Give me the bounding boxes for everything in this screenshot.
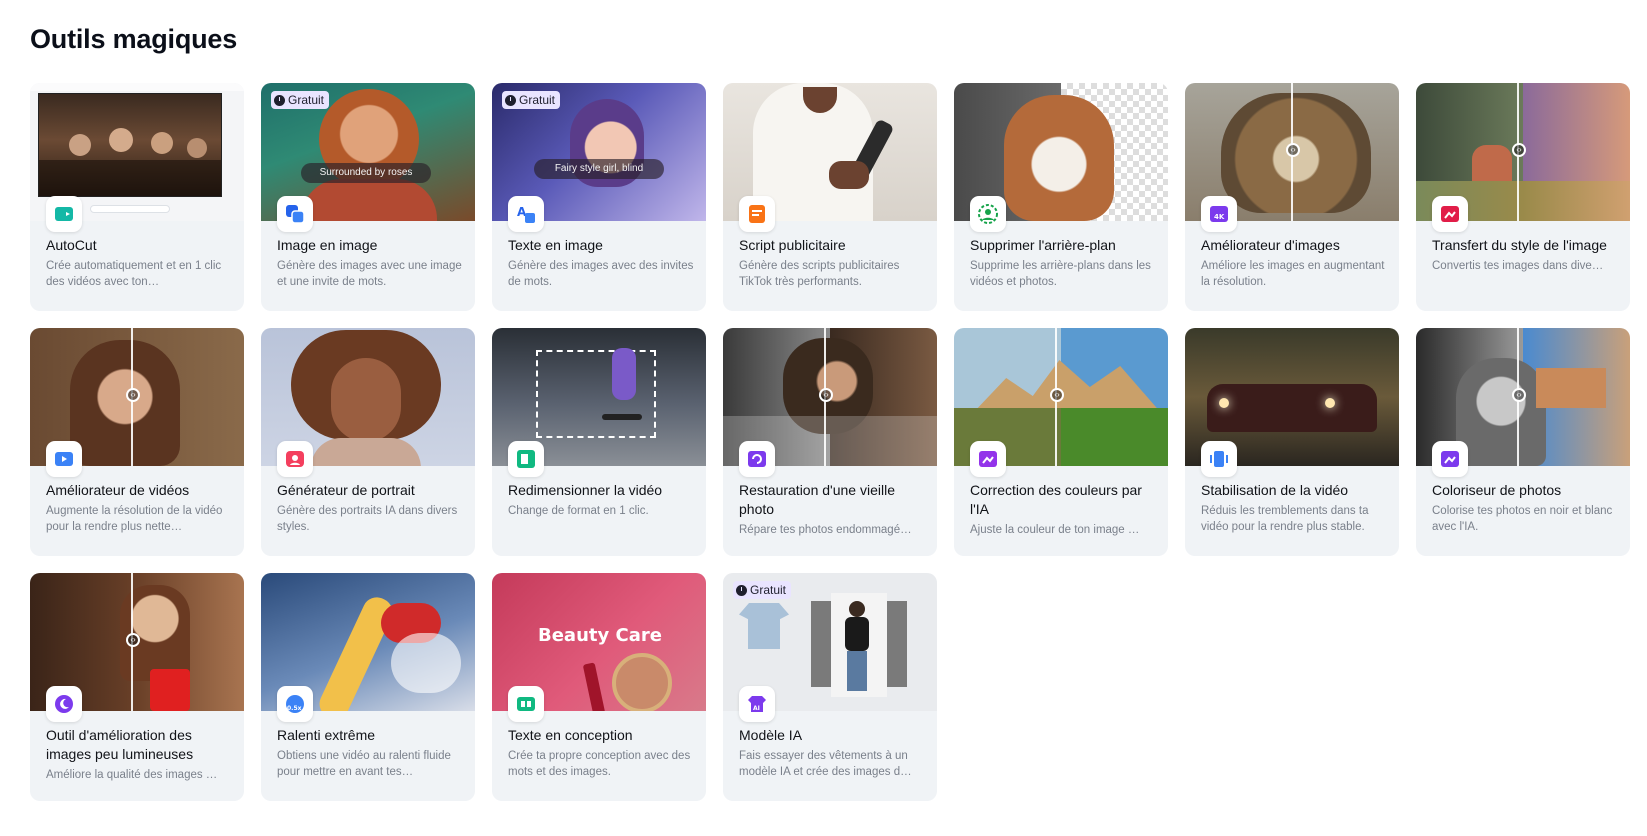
tool-card-restauration-vieille-photo[interactable]: ‹› Restauration d'une vieille photo Répa… bbox=[723, 328, 937, 556]
card-title: Redimensionner la vidéo bbox=[508, 482, 663, 498]
card-description: Crée ta propre conception avec des mots … bbox=[508, 750, 691, 778]
card-title: Ralenti extrême bbox=[277, 727, 376, 743]
svg-text:0.5x: 0.5x bbox=[287, 705, 302, 712]
compare-slider-handle: ‹› bbox=[1286, 143, 1300, 157]
card-title: Générateur de portrait bbox=[277, 482, 415, 498]
card-title: Correction des couleurs par l'IA bbox=[970, 482, 1142, 517]
svg-text:4K: 4K bbox=[1214, 213, 1225, 221]
card-title: Texte en conception bbox=[508, 727, 633, 743]
card-title: Améliorateur de vidéos bbox=[46, 482, 190, 498]
card-description: Change de format en 1 clic. bbox=[508, 505, 649, 517]
tool-card-image-en-image[interactable]: Gratuit Surrounded by roses Image en ima… bbox=[261, 83, 475, 311]
card-description: Crée automatiquement et en 1 clic des vi… bbox=[46, 260, 222, 288]
style-transfer-icon bbox=[1432, 196, 1468, 232]
card-title: Outil d'amélioration des images peu lumi… bbox=[46, 727, 194, 762]
card-title: Stabilisation de la vidéo bbox=[1201, 482, 1349, 498]
ai-model-icon: AI bbox=[739, 686, 775, 722]
text-to-design-icon bbox=[508, 686, 544, 722]
card-title: AutoCut bbox=[46, 237, 97, 253]
portrait-generator-icon bbox=[277, 441, 313, 477]
design-headline: Beauty Care bbox=[538, 625, 662, 646]
tool-card-supprimer-arriere-plan[interactable]: Supprimer l'arrière-plan Supprime les ar… bbox=[954, 83, 1168, 311]
photo-restore-icon bbox=[739, 441, 775, 477]
tool-card-autocut[interactable]: AutoCut Crée automatiquement et en 1 cli… bbox=[30, 83, 244, 311]
tool-card-redimensionner-video[interactable]: Redimensionner la vidéo Change de format… bbox=[492, 328, 706, 556]
card-title: Transfert du style de l'image bbox=[1432, 237, 1607, 253]
card-description: Réduis les tremblements dans ta vidéo po… bbox=[1201, 505, 1369, 533]
tool-card-texte-en-conception[interactable]: Beauty Care Texte en conception Crée ta … bbox=[492, 573, 706, 801]
tool-card-ameliorateur-videos[interactable]: ‹› Améliorateur de vidéos Augmente la ré… bbox=[30, 328, 244, 556]
tool-card-generateur-portrait[interactable]: Générateur de portrait Génère des portra… bbox=[261, 328, 475, 556]
tool-card-script-publicitaire[interactable]: Script publicitaire Génère des scripts p… bbox=[723, 83, 937, 311]
prompt-caption: Surrounded by roses bbox=[301, 163, 431, 183]
compare-slider-handle: ‹› bbox=[1512, 143, 1526, 157]
compare-slider-handle: ‹› bbox=[126, 633, 140, 647]
tools-grid: AutoCut Crée automatiquement et en 1 cli… bbox=[30, 83, 1630, 801]
photo-colorizer-icon bbox=[1432, 441, 1468, 477]
video-stabilization-icon bbox=[1201, 441, 1237, 477]
card-description: Améliore la qualité des images … bbox=[46, 769, 218, 781]
card-title: Image en image bbox=[277, 237, 378, 253]
autocut-icon bbox=[46, 196, 82, 232]
remove-background-icon bbox=[970, 196, 1006, 232]
low-light-icon bbox=[46, 686, 82, 722]
card-title: Modèle IA bbox=[739, 727, 803, 743]
free-badge: Gratuit bbox=[271, 91, 330, 109]
clock-icon bbox=[736, 584, 747, 596]
card-description: Génère des images avec une image et une … bbox=[277, 260, 462, 288]
compare-slider-handle: ‹› bbox=[819, 388, 833, 402]
text-to-image-icon: A bbox=[508, 196, 544, 232]
ad-script-icon bbox=[739, 196, 775, 232]
tool-card-ralenti-extreme[interactable]: 0.5x Ralenti extrême Obtiens une vidéo a… bbox=[261, 573, 475, 801]
card-description: Ajuste la couleur de ton image … bbox=[970, 524, 1140, 536]
compare-slider-handle: ‹› bbox=[1512, 388, 1526, 402]
tool-card-ameliorateur-images[interactable]: ‹› 4K Améliorateur d'images Améliore les… bbox=[1185, 83, 1399, 311]
card-title: Coloriseur de photos bbox=[1432, 482, 1562, 498]
svg-text:AI: AI bbox=[753, 705, 760, 712]
prompt-caption: Fairy style girl, blind bbox=[534, 159, 664, 179]
card-description: Améliore les images en augmentant la rés… bbox=[1201, 260, 1385, 288]
image-enhancer-icon: 4K bbox=[1201, 196, 1237, 232]
tool-card-images-peu-lumineuses[interactable]: ‹› Outil d'amélioration des images peu l… bbox=[30, 573, 244, 801]
card-description: Colorise tes photos en noir et blanc ave… bbox=[1432, 505, 1613, 533]
card-title: Texte en image bbox=[508, 237, 603, 253]
card-description: Augmente la résolution de la vidéo pour … bbox=[46, 505, 223, 533]
tool-card-transfert-style-image[interactable]: ‹› Transfert du style de l'image Convert… bbox=[1416, 83, 1630, 311]
slow-motion-icon: 0.5x bbox=[277, 686, 313, 722]
free-badge: Gratuit bbox=[733, 581, 792, 599]
page-title: Outils magiques bbox=[30, 24, 238, 54]
tool-card-coloriseur-photos[interactable]: ‹› Coloriseur de photos Colorise tes pho… bbox=[1416, 328, 1630, 556]
clock-icon bbox=[274, 94, 285, 106]
color-correction-icon bbox=[970, 441, 1006, 477]
card-description: Obtiens une vidéo au ralenti fluide pour… bbox=[277, 750, 451, 778]
video-enhancer-icon bbox=[46, 441, 82, 477]
card-description: Génère des scripts publicitaires TikTok … bbox=[739, 260, 900, 288]
tool-card-stabilisation-video[interactable]: Stabilisation de la vidéo Réduis les tre… bbox=[1185, 328, 1399, 556]
compare-slider-handle: ‹› bbox=[1050, 388, 1064, 402]
tool-card-modele-ia[interactable]: Gratuit AI Modèle IA Fais essayer des vê… bbox=[723, 573, 937, 801]
resize-video-icon bbox=[508, 441, 544, 477]
tool-card-texte-en-image[interactable]: Gratuit Fairy style girl, blind A Texte … bbox=[492, 83, 706, 311]
card-title: Script publicitaire bbox=[739, 237, 846, 253]
card-description: Génère des images avec des invites de mo… bbox=[508, 260, 694, 288]
card-title: Restauration d'une vieille photo bbox=[739, 482, 895, 517]
free-badge: Gratuit bbox=[502, 91, 561, 109]
image-to-image-icon bbox=[277, 196, 313, 232]
card-description: Fais essayer des vêtements à un modèle I… bbox=[739, 750, 912, 778]
tool-card-correction-couleurs-ia[interactable]: ‹› Correction des couleurs par l'IA Ajus… bbox=[954, 328, 1168, 556]
clock-icon bbox=[505, 94, 516, 106]
card-description: Convertis tes images dans dive… bbox=[1432, 260, 1604, 272]
card-description: Supprime les arrière-plans dans les vidé… bbox=[970, 260, 1151, 288]
card-title: Supprimer l'arrière-plan bbox=[970, 237, 1116, 253]
card-title: Améliorateur d'images bbox=[1201, 237, 1340, 253]
card-description: Répare tes photos endommagé… bbox=[739, 524, 912, 536]
card-description: Génère des portraits IA dans divers styl… bbox=[277, 505, 458, 533]
compare-slider-handle: ‹› bbox=[126, 388, 140, 402]
